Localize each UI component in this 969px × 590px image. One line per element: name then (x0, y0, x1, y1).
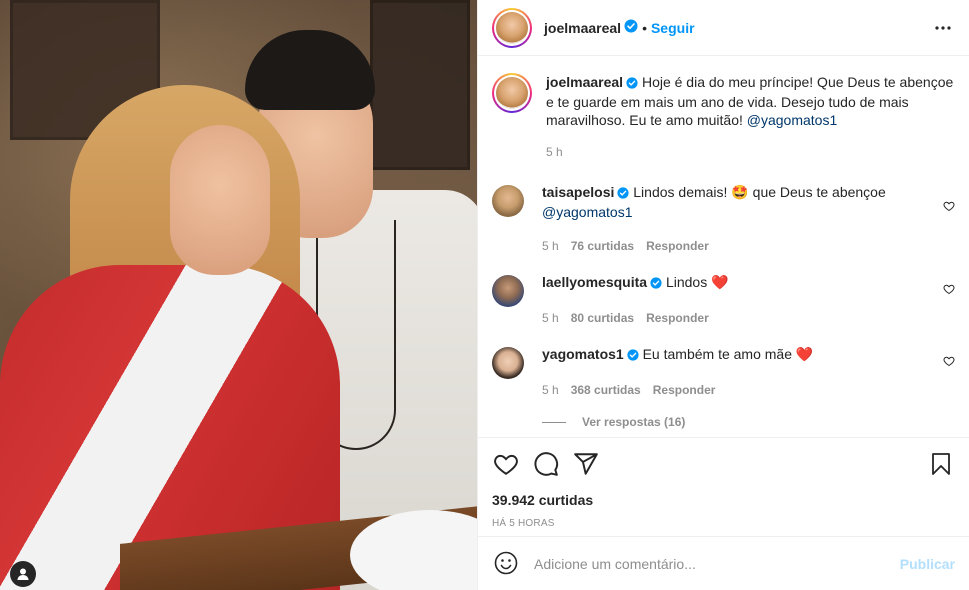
comment-time[interactable]: 5 h (542, 309, 559, 327)
post-username[interactable]: joelmaareal (544, 20, 621, 36)
likes-count[interactable]: 39.942 curtidas (492, 492, 955, 508)
reply-button[interactable]: Responder (646, 237, 709, 255)
user-tag-icon[interactable] (10, 561, 36, 587)
heart-icon[interactable] (943, 282, 955, 298)
post-header: joelmaareal • Seguir (478, 0, 969, 56)
view-replies-label[interactable]: Ver respostas (16) (582, 415, 685, 429)
heart-icon[interactable] (943, 354, 955, 370)
reply-button[interactable]: Responder (653, 381, 716, 399)
post-actions: 39.942 curtidas HÁ 5 HORAS (478, 437, 969, 529)
comment-text: Lindos demais! (633, 184, 728, 200)
comment-username[interactable]: laellyomesquita (542, 274, 647, 290)
avatar[interactable] (492, 73, 532, 113)
comment-input[interactable]: Adicione um comentário... (534, 556, 900, 572)
list-item: taisapelosi Lindos demais! 🤩 que Deus te… (492, 183, 955, 255)
caption-time[interactable]: 5 h (546, 143, 563, 161)
view-replies-button[interactable]: Ver respostas (16) (542, 415, 955, 429)
caption-username[interactable]: joelmaareal (546, 74, 623, 90)
caption-text: joelmaareal Hoje é dia do meu príncipe! … (546, 73, 955, 129)
photo-wall-frame (370, 0, 470, 170)
bookmark-icon[interactable] (927, 450, 955, 478)
share-icon[interactable] (572, 450, 600, 478)
comment-icon[interactable] (532, 450, 560, 478)
list-item: laellyomesquita Lindos ❤️ 5 h 80 curtida… (492, 273, 955, 327)
verified-badge-icon (627, 347, 639, 365)
verified-badge-icon (650, 275, 662, 293)
comments-list[interactable]: joelmaareal Hoje é dia do meu príncipe! … (478, 57, 969, 437)
comment-likes[interactable]: 368 curtidas (571, 381, 641, 399)
photo-woman-face (170, 125, 270, 275)
comment-text: Eu também te amo mãe (642, 346, 792, 362)
post-caption: joelmaareal Hoje é dia do meu príncipe! … (492, 73, 955, 161)
comment-emoji: ❤️ (711, 274, 729, 290)
comment-mention-link[interactable]: @yagomatos1 (542, 204, 632, 220)
comment-time[interactable]: 5 h (542, 381, 559, 399)
post-side-panel: joelmaareal • Seguir joelmaareal Hoje é … (477, 0, 969, 590)
reply-button[interactable]: Responder (646, 309, 709, 327)
post-time-ago[interactable]: HÁ 5 HORAS (492, 518, 955, 529)
avatar[interactable] (492, 185, 524, 217)
emoji-icon[interactable] (494, 551, 520, 577)
avatar[interactable] (492, 275, 524, 307)
list-item: yagomatos1 Eu também te amo mãe ❤️ 5 h 3… (492, 345, 955, 399)
comment-likes[interactable]: 80 curtidas (571, 309, 634, 327)
heart-icon[interactable] (943, 199, 955, 215)
verified-badge-icon (617, 185, 629, 203)
follow-button[interactable]: Seguir (651, 20, 695, 36)
avatar[interactable] (492, 7, 532, 48)
comment-emoji: 🤩 (731, 184, 749, 200)
separator-dot: • (642, 19, 647, 36)
heart-icon[interactable] (492, 450, 520, 478)
publish-button[interactable]: Publicar (900, 556, 955, 572)
post-photo[interactable] (0, 0, 477, 590)
comment-emoji: ❤️ (795, 346, 814, 362)
verified-badge-icon (624, 19, 638, 36)
comment-username[interactable]: yagomatos1 (542, 346, 624, 362)
comment-likes[interactable]: 76 curtidas (571, 237, 634, 255)
comment-username[interactable]: taisapelosi (542, 184, 614, 200)
verified-badge-icon (626, 75, 638, 93)
view-replies-line (542, 421, 566, 423)
more-options-icon[interactable] (931, 16, 955, 40)
caption-mention-link[interactable]: @yagomatos1 (747, 112, 837, 128)
comment-text: que Deus te abençoe (752, 184, 886, 200)
comment-text: Lindos (665, 274, 708, 290)
comment-time[interactable]: 5 h (542, 237, 559, 255)
add-comment-bar: Adicione um comentário... Publicar (478, 536, 969, 590)
avatar[interactable] (492, 347, 524, 379)
